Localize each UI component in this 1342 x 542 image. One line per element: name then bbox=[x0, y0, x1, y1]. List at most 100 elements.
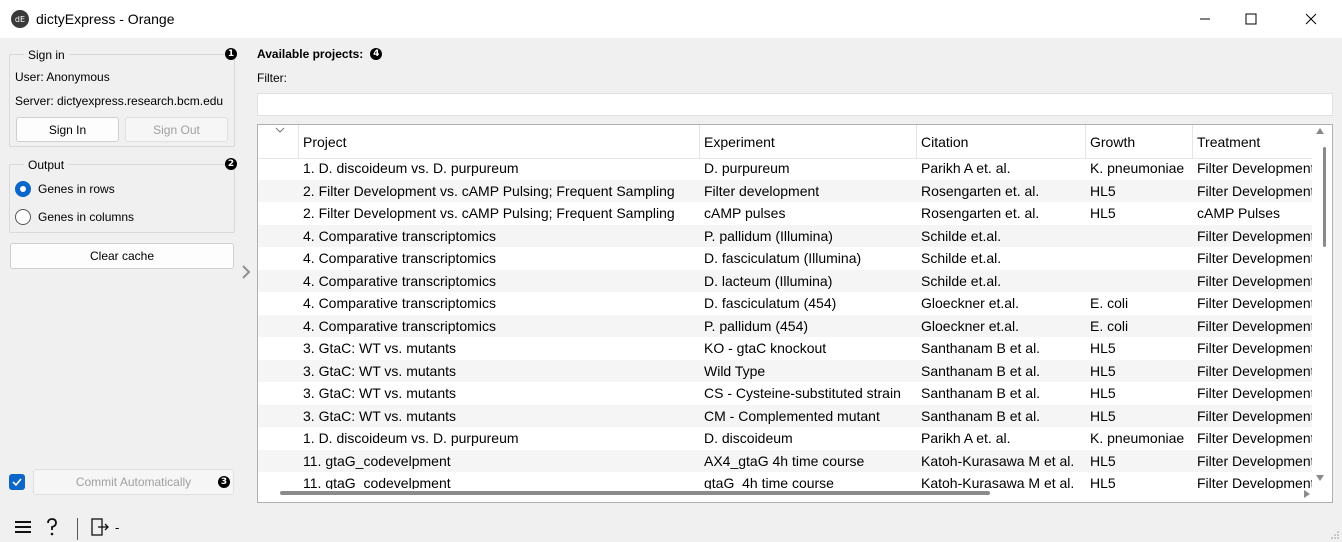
cell-experiment: D. discoideum bbox=[704, 430, 793, 446]
table-row[interactable]: 4. Comparative transcriptomics D. fascicu… bbox=[258, 292, 1313, 315]
column-header-citation[interactable]: Citation bbox=[917, 125, 1086, 159]
cell-treatment: Filter Development bbox=[1197, 407, 1313, 424]
cell-citation: Parikh A et. al. bbox=[921, 160, 1011, 176]
cell-treatment: Filter Development bbox=[1197, 295, 1313, 311]
cell-citation: Schilde et.al. bbox=[921, 227, 1002, 244]
cell-experiment: Filter development bbox=[704, 182, 820, 199]
cell-citation: Santhanam B et al. bbox=[921, 385, 1041, 401]
cell-experiment: Wild Type bbox=[704, 362, 766, 379]
cell-growth: HL5 bbox=[1090, 205, 1116, 221]
table-row[interactable]: 3. GtaC: WT vs. mutants KO - gtaC knockou… bbox=[258, 337, 1313, 360]
sign-in-button[interactable]: Sign In bbox=[16, 117, 119, 142]
cell-experiment: D. fasciculatum (454) bbox=[704, 295, 837, 311]
cell-treatment: Filter Development bbox=[1197, 272, 1313, 289]
resize-grip-icon[interactable] bbox=[1330, 530, 1340, 540]
cell-experiment: D. fasciculatum (Illumina) bbox=[704, 250, 862, 266]
close-icon bbox=[1305, 13, 1317, 25]
table-row[interactable]: 11. gtaG_codevelpment AX4_gtaG 4h time co… bbox=[258, 449, 1313, 472]
genes-in-rows-radio[interactable] bbox=[15, 181, 31, 197]
commit-button[interactable]: Commit Automatically bbox=[33, 469, 234, 495]
column-header-growth[interactable]: Growth bbox=[1086, 125, 1193, 159]
cell-project: 4. Comparative transcriptomics bbox=[303, 250, 496, 266]
cell-project: 4. Comparative transcriptomics bbox=[303, 272, 496, 289]
table-row[interactable]: 1. D. discoideum vs. D. purpureum D. purp… bbox=[258, 157, 1313, 180]
cell-citation: Santhanam B et al. bbox=[921, 340, 1041, 356]
genes-in-rows-option[interactable]: Genes in rows bbox=[15, 181, 115, 197]
cell-project: 1. D. discoideum vs. D. purpureum bbox=[303, 160, 519, 176]
sign-out-button[interactable]: Sign Out bbox=[125, 117, 228, 142]
cell-experiment: P. pallidum (Illumina) bbox=[704, 227, 833, 244]
status-bar: - bbox=[0, 512, 1342, 542]
clear-cache-button[interactable]: Clear cache bbox=[10, 243, 234, 269]
output-summary-text: - bbox=[115, 520, 120, 535]
cell-growth: E. coli bbox=[1090, 295, 1129, 311]
table-row[interactable]: 11. gtaG_codevelpment gtaG_4h time course… bbox=[258, 472, 1313, 489]
horizontal-scroll-thumb[interactable] bbox=[280, 491, 990, 495]
chevron-right-icon bbox=[242, 265, 251, 279]
cell-citation: Schilde et.al. bbox=[921, 250, 1002, 266]
sort-column-header[interactable] bbox=[258, 125, 299, 159]
commit-badge: 3 bbox=[218, 476, 230, 488]
close-button[interactable] bbox=[1288, 0, 1334, 38]
user-label: User: Anonymous bbox=[15, 70, 110, 84]
cell-experiment: AX4_gtaG 4h time course bbox=[704, 452, 865, 469]
cell-growth: HL5 bbox=[1090, 182, 1116, 199]
splitter-handle[interactable] bbox=[238, 262, 254, 282]
table-row[interactable]: 4. Comparative transcriptomics D. fascicu… bbox=[258, 247, 1313, 270]
cell-growth: K. pneumoniae bbox=[1090, 430, 1185, 446]
cell-growth: HL5 bbox=[1090, 407, 1116, 424]
genes-in-rows-label: Genes in rows bbox=[38, 182, 115, 196]
commit-automatically-checkbox[interactable] bbox=[9, 474, 25, 490]
sign-in-group-title: Sign in bbox=[24, 48, 69, 62]
table-row[interactable]: 4. Comparative transcriptomics P. pallidu… bbox=[258, 224, 1313, 247]
hamburger-icon bbox=[15, 521, 31, 533]
output-group: Output 2 Genes in rows Genes in columns bbox=[9, 158, 237, 233]
column-header-treatment[interactable]: Treatment bbox=[1193, 125, 1313, 159]
cell-project: 11. gtaG_codevelpment bbox=[303, 475, 451, 489]
table-row[interactable]: 4. Comparative transcriptomics D. lacteum… bbox=[258, 269, 1313, 292]
cell-growth: HL5 bbox=[1090, 475, 1116, 489]
cell-citation: Parikh A et. al. bbox=[921, 430, 1011, 446]
genes-in-columns-option[interactable]: Genes in columns bbox=[15, 209, 134, 225]
maximize-icon bbox=[1245, 13, 1257, 25]
table-row[interactable]: 3. GtaC: WT vs. mutants CM - Complemented… bbox=[258, 404, 1313, 427]
window-title: dictyExpress - Orange bbox=[36, 11, 175, 27]
table-row[interactable]: 3. GtaC: WT vs. mutants CS - Cysteine-sub… bbox=[258, 382, 1313, 405]
menu-button[interactable] bbox=[13, 519, 33, 535]
cell-citation: Rosengarten et. al. bbox=[921, 182, 1040, 199]
scroll-up-icon[interactable] bbox=[1316, 128, 1324, 134]
filter-input[interactable] bbox=[257, 93, 1333, 116]
scroll-right-icon[interactable] bbox=[1304, 490, 1310, 498]
genes-in-columns-radio[interactable] bbox=[15, 209, 31, 225]
available-projects-heading: Available projects: 4 bbox=[257, 47, 383, 61]
cell-treatment: Filter Development bbox=[1197, 452, 1313, 469]
help-icon bbox=[47, 518, 57, 536]
table-row[interactable]: 3. GtaC: WT vs. mutants Wild Type Santhana… bbox=[258, 359, 1313, 382]
minimize-button[interactable] bbox=[1182, 0, 1228, 38]
table-row[interactable]: 2. Filter Development vs. cAMP Pulsing; … bbox=[258, 202, 1313, 225]
scroll-down-icon[interactable] bbox=[1316, 475, 1324, 481]
cell-treatment: Filter Development bbox=[1197, 362, 1313, 379]
projects-table[interactable]: Project Experiment Citation Growth Treat… bbox=[257, 124, 1333, 503]
cell-growth: E. coli bbox=[1090, 317, 1129, 334]
cell-growth: HL5 bbox=[1090, 362, 1116, 379]
cell-project: 4. Comparative transcriptomics bbox=[303, 227, 496, 244]
cell-treatment: Filter Development bbox=[1197, 317, 1313, 334]
maximize-button[interactable] bbox=[1228, 0, 1274, 38]
filter-label: Filter: bbox=[257, 71, 287, 85]
column-header-project[interactable]: Project bbox=[299, 125, 700, 159]
minimize-icon bbox=[1200, 18, 1210, 20]
table-row[interactable]: 1. D. discoideum vs. D. purpureum D. disc… bbox=[258, 427, 1313, 450]
cell-experiment: D. lacteum (Illumina) bbox=[704, 272, 833, 289]
server-label: Server: dictyexpress.research.bcm.edu bbox=[15, 94, 224, 108]
cell-treatment: Filter Development bbox=[1197, 160, 1313, 176]
cell-citation: Santhanam B et al. bbox=[921, 362, 1041, 379]
column-header-experiment[interactable]: Experiment bbox=[700, 125, 917, 159]
vertical-scroll-thumb[interactable] bbox=[1323, 147, 1326, 247]
table-row[interactable]: 4. Comparative transcriptomics P. pallidu… bbox=[258, 314, 1313, 337]
table-row[interactable]: 2. Filter Development vs. cAMP Pulsing; … bbox=[258, 179, 1313, 202]
app-icon: dE bbox=[11, 10, 29, 28]
vertical-scrollbar[interactable] bbox=[1312, 125, 1332, 489]
help-button[interactable] bbox=[44, 517, 60, 537]
output-summary-button[interactable] bbox=[90, 517, 110, 537]
